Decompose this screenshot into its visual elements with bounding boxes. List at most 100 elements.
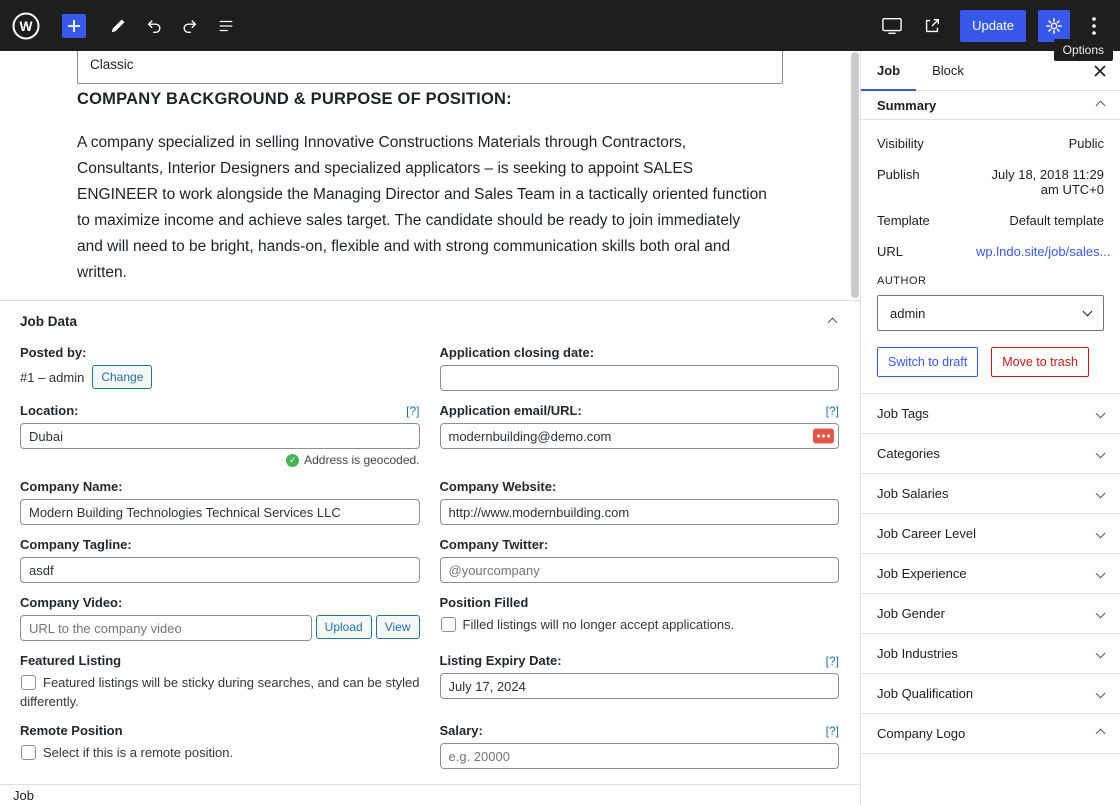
editor-footer: Job xyxy=(0,784,860,805)
undo-icon xyxy=(147,19,161,33)
application-email-input[interactable] xyxy=(439,423,839,449)
scrollbar-thumb[interactable] xyxy=(851,52,859,298)
chevron-down-icon xyxy=(1095,528,1106,539)
featured-listing-label: Featured Listing xyxy=(20,653,122,668)
tab-job[interactable]: Job xyxy=(861,51,917,91)
remote-position-text: Select if this is a remote position. xyxy=(43,745,234,760)
geocoded-status: ✓ Address is geocoded. xyxy=(20,453,420,467)
company-tagline-input[interactable] xyxy=(20,557,420,583)
settings-button[interactable] xyxy=(1038,9,1070,42)
chevron-up-icon xyxy=(1095,100,1106,110)
monitor-icon xyxy=(882,17,902,34)
position-filled-label: Position Filled xyxy=(439,595,529,610)
wordpress-logo[interactable]: W xyxy=(0,0,52,51)
chevron-down-icon xyxy=(1095,408,1106,419)
pencil-icon xyxy=(111,19,125,32)
update-button[interactable]: Update xyxy=(960,9,1026,42)
chevron-down-icon xyxy=(1095,688,1106,699)
section-job-salaries[interactable]: Job Salaries xyxy=(861,474,1120,514)
chevron-down-icon xyxy=(1095,648,1106,659)
section-job-qualification[interactable]: Job Qualification xyxy=(861,674,1120,714)
author-select[interactable]: admin xyxy=(877,295,1104,331)
company-twitter-input[interactable] xyxy=(439,557,839,583)
section-job-gender[interactable]: Job Gender xyxy=(861,594,1120,634)
remote-position-checkbox[interactable] xyxy=(21,745,36,760)
field-company-website: Company Website: xyxy=(439,479,839,525)
field-application-email: Application email/URL: [?] xyxy=(439,403,839,467)
job-description-paragraph[interactable]: A company specialized in selling Innovat… xyxy=(77,130,767,286)
job-data-header[interactable]: Job Data xyxy=(0,301,860,339)
classic-block[interactable]: Classic xyxy=(77,51,783,84)
job-description-heading[interactable]: COMPANY BACKGROUND & PURPOSE OF POSITION… xyxy=(77,90,860,109)
company-name-input[interactable] xyxy=(20,499,420,525)
chevron-up-icon xyxy=(1095,728,1106,739)
url-row: URL wp.lndo.site/job/sales... xyxy=(877,244,1110,259)
editor-canvas[interactable]: Classic COMPANY BACKGROUND & PURPOSE OF … xyxy=(0,51,860,300)
location-help-link[interactable]: [?] xyxy=(406,404,419,418)
chevron-down-icon xyxy=(1082,306,1093,317)
closing-date-input[interactable] xyxy=(439,365,839,391)
salary-help-link[interactable]: [?] xyxy=(826,724,839,738)
summary-panel-body: Visibility Public Publish July 18, 2018 … xyxy=(861,120,1120,394)
section-job-industries[interactable]: Job Industries xyxy=(861,634,1120,674)
featured-listing-option: Featured listings will be sticky during … xyxy=(20,673,420,711)
section-company-logo[interactable]: Company Logo xyxy=(861,714,1120,754)
url-value[interactable]: wp.lndo.site/job/sales... xyxy=(976,244,1110,259)
tab-block[interactable]: Block xyxy=(916,51,980,90)
company-website-input[interactable] xyxy=(439,499,839,525)
undo-button[interactable] xyxy=(138,10,170,42)
salary-input[interactable] xyxy=(439,743,839,769)
move-to-trash-button[interactable]: Move to trash xyxy=(991,347,1089,377)
application-email-label: Application email/URL: xyxy=(439,403,582,418)
section-categories[interactable]: Categories xyxy=(861,434,1120,474)
position-filled-text: Filled listings will no longer accept ap… xyxy=(462,617,735,632)
close-icon xyxy=(1094,64,1106,77)
section-job-tags[interactable]: Job Tags xyxy=(861,394,1120,434)
document-breadcrumb[interactable]: Job xyxy=(13,788,34,803)
view-video-button[interactable]: View xyxy=(375,615,420,639)
switch-to-draft-button[interactable]: Switch to draft xyxy=(877,347,979,377)
collapse-panel-button[interactable] xyxy=(825,310,840,333)
publish-value[interactable]: July 18, 2018 11:29 am UTC+0 xyxy=(976,167,1104,197)
company-video-input[interactable] xyxy=(20,615,312,641)
upload-video-button[interactable]: Upload xyxy=(315,615,372,639)
preview-button[interactable] xyxy=(876,10,908,42)
document-overview-button[interactable] xyxy=(210,10,242,42)
view-post-button[interactable] xyxy=(916,10,948,42)
template-label: Template xyxy=(877,213,930,228)
template-value[interactable]: Default template xyxy=(1009,213,1104,228)
listing-expiry-input[interactable] xyxy=(439,673,839,699)
block-inserter-button[interactable] xyxy=(62,13,86,38)
author-value: admin xyxy=(890,305,926,321)
featured-listing-checkbox[interactable] xyxy=(21,675,36,690)
remote-position-option: Select if this is a remote position. xyxy=(20,743,420,762)
closing-date-label: Application closing date: xyxy=(439,345,595,360)
location-input[interactable] xyxy=(20,423,420,449)
options-button[interactable] xyxy=(1078,10,1110,42)
chevron-down-icon xyxy=(1095,488,1106,499)
summary-panel-header[interactable]: Summary xyxy=(861,91,1120,120)
tools-button[interactable] xyxy=(102,10,134,42)
field-remote-position: Remote Position Select if this is a remo… xyxy=(20,723,420,769)
field-closing-date: Application closing date: xyxy=(439,345,839,391)
field-company-name: Company Name: xyxy=(20,479,420,525)
section-job-experience[interactable]: Job Experience xyxy=(861,554,1120,594)
visibility-value[interactable]: Public xyxy=(1069,136,1104,151)
job-data-title: Job Data xyxy=(20,314,78,329)
wordpress-logo-icon: W xyxy=(12,12,40,39)
field-company-tagline: Company Tagline: xyxy=(20,537,420,583)
content-column: Classic COMPANY BACKGROUND & PURPOSE OF … xyxy=(0,51,860,805)
position-filled-checkbox[interactable] xyxy=(440,617,456,632)
listing-expiry-help-link[interactable]: [?] xyxy=(826,654,839,668)
redo-button[interactable] xyxy=(174,10,206,42)
company-website-label: Company Website: xyxy=(439,479,557,494)
classic-block-label: Classic xyxy=(90,56,134,72)
document-overview-icon xyxy=(219,20,233,31)
workspace: Classic COMPANY BACKGROUND & PURPOSE OF … xyxy=(0,51,1120,805)
field-salary: Salary: [?] xyxy=(439,723,839,769)
wordpress-block-editor: W Update Options Classic COMPANY BACKGRO… xyxy=(0,0,1120,805)
application-email-help-link[interactable]: [?] xyxy=(826,404,839,418)
change-author-button[interactable]: Change xyxy=(92,365,153,389)
autofill-icon[interactable] xyxy=(813,428,834,444)
section-job-career-level[interactable]: Job Career Level xyxy=(861,514,1120,554)
